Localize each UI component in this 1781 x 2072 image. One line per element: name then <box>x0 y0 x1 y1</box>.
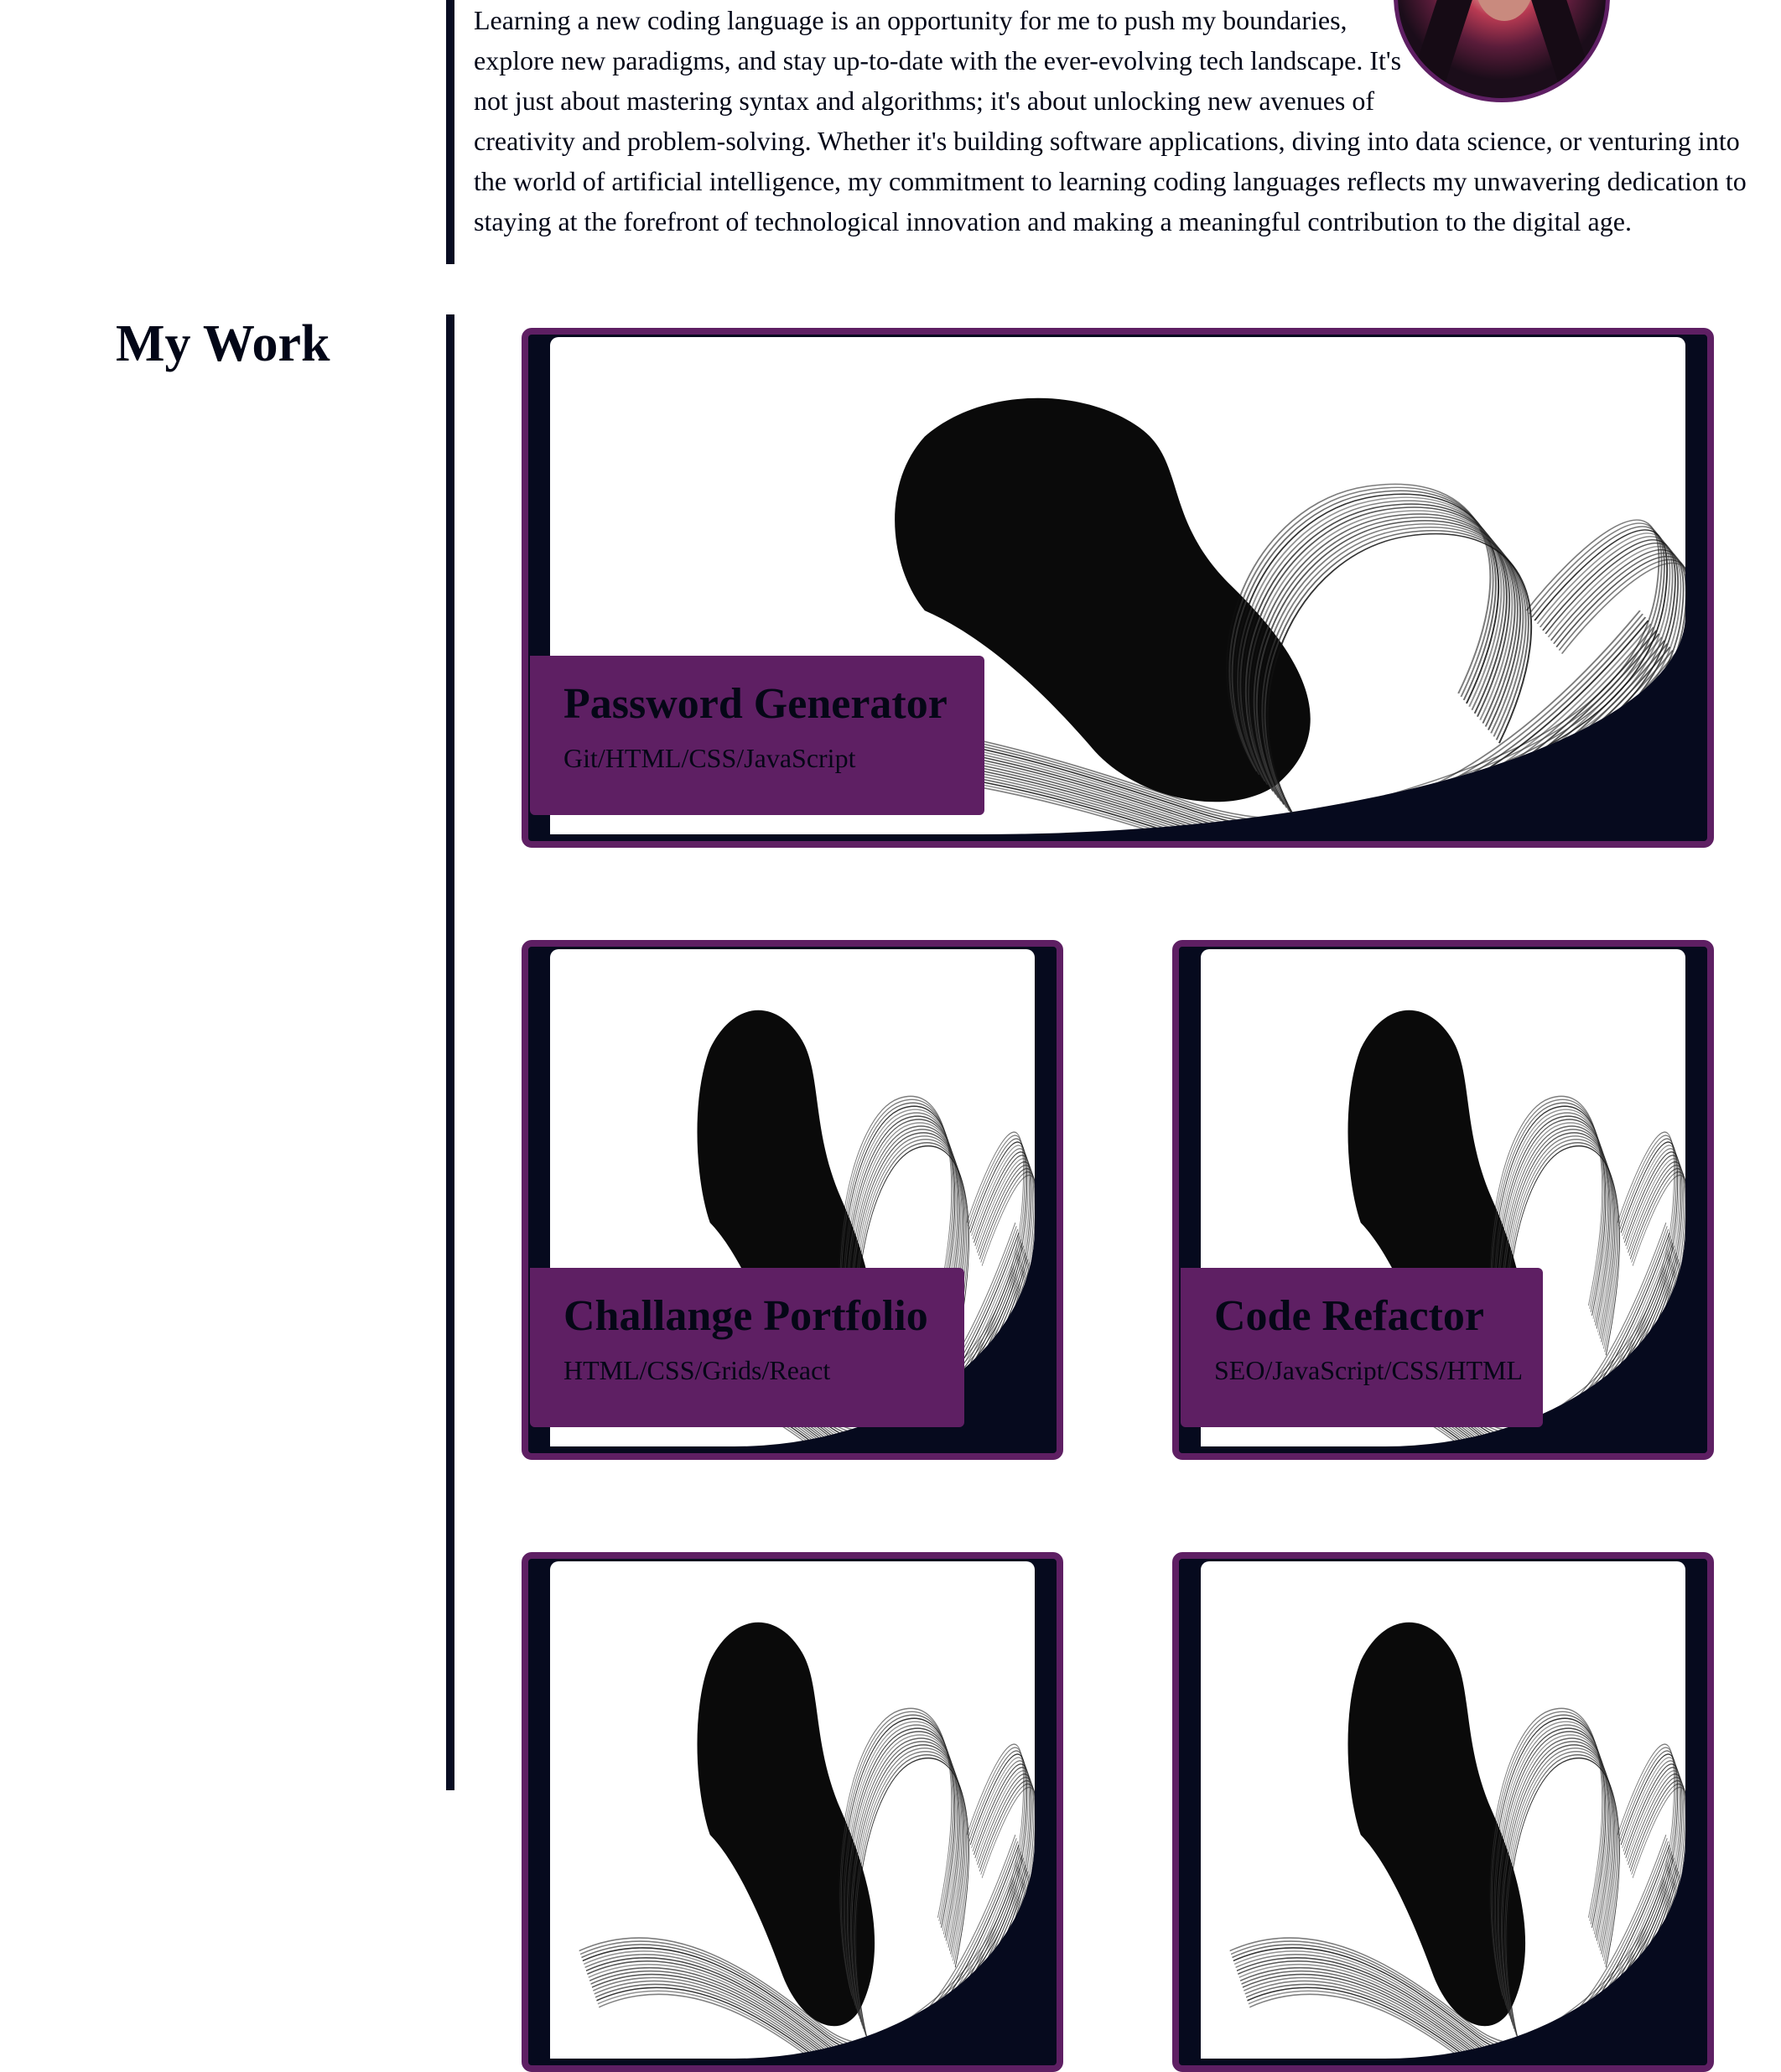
project-tags: Git/HTML/CSS/JavaScript <box>563 743 856 773</box>
brush-bristle-stroke <box>1266 532 1533 818</box>
project-title[interactable]: Challange Portfolio <box>563 1291 939 1342</box>
ink-brush-stroke-icon <box>579 1622 1035 2059</box>
portfolio-page: Learning a new coding language is an opp… <box>0 0 1781 2072</box>
about-section-divider <box>446 0 454 264</box>
brush-bristle-stroke <box>1259 523 1524 808</box>
project-title[interactable]: Password Generator <box>563 679 959 730</box>
photo-wrap-spacer <box>1405 0 1757 113</box>
project-tags: HTML/CSS/Grids/React <box>563 1355 831 1385</box>
brush-bristle-stroke <box>854 1754 968 2039</box>
project-card-code-refactor[interactable]: Code Refactor SEO/JavaScript/CSS/HTML <box>1172 940 1714 1460</box>
project-card-5[interactable] <box>1172 1552 1714 2072</box>
my-work-heading: My Work <box>116 315 330 372</box>
brush-bristle-stroke <box>1503 1747 1617 2033</box>
work-section-divider <box>446 314 454 1790</box>
about-paragraph: Learning a new coding language is an opp… <box>474 0 1757 241</box>
project-card-challange-portfolio[interactable]: Challange Portfolio HTML/CSS/Grids/React <box>522 940 1063 1460</box>
brush-bristle-stroke <box>1264 530 1529 815</box>
project-label[interactable]: Code Refactor SEO/JavaScript/CSS/HTML <box>1181 1268 1543 1427</box>
project-card-password-generator[interactable]: Password Generator Git/HTML/CSS/JavaScri… <box>522 328 1714 848</box>
ink-brush-stroke-icon <box>1229 1622 1685 2059</box>
project-art-image <box>550 1561 1035 2059</box>
project-label[interactable]: Challange Portfolio HTML/CSS/Grids/React <box>530 1268 964 1427</box>
brush-bristle-stroke <box>855 1758 969 2043</box>
project-label[interactable]: Password Generator Git/HTML/CSS/JavaScri… <box>530 656 984 815</box>
project-tags: SEO/JavaScript/CSS/HTML <box>1214 1355 1524 1385</box>
project-card-4[interactable] <box>522 1552 1063 2072</box>
brush-bristle-stroke <box>852 1747 966 2033</box>
brush-bristle-stroke <box>854 1751 968 2036</box>
brush-bristle-stroke <box>1506 1758 1620 2043</box>
project-art-image <box>1201 1561 1685 2059</box>
brush-bristle-stroke <box>1261 527 1527 812</box>
brush-bristle-stroke <box>1504 1751 1618 2036</box>
brush-bristle-stroke <box>1505 1754 1619 2039</box>
project-title[interactable]: Code Refactor <box>1214 1291 1518 1342</box>
